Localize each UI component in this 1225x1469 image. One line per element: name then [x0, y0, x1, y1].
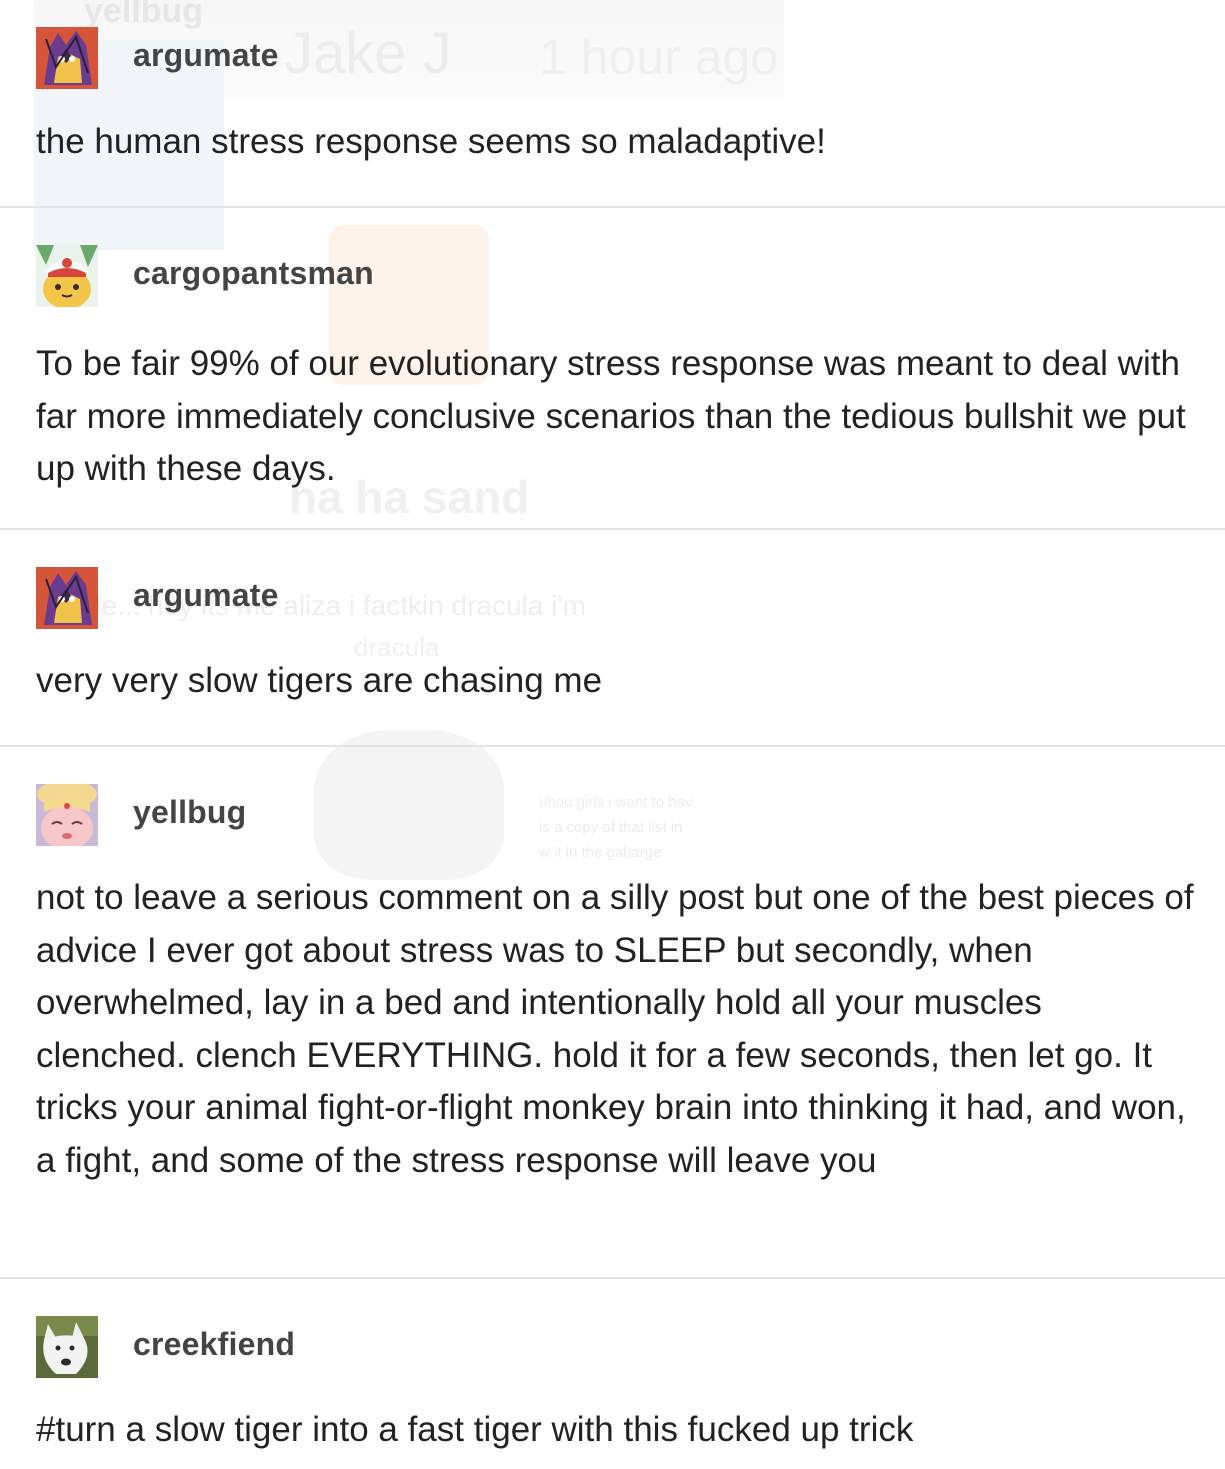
reblog-entry: cargopantsman To be fair 99% of our evol… [0, 208, 1225, 530]
pikachu-avatar-icon[interactable] [36, 245, 98, 307]
reblog-header: yellbug [36, 783, 1195, 847]
reblog-text: To be fair 99% of our evolutionary stres… [36, 344, 1186, 488]
username[interactable]: argumate [133, 37, 279, 74]
reblog-text: #turn a slow tiger into a fast tiger wit… [36, 1410, 914, 1449]
reblog-text: not to leave a serious comment on a sill… [36, 878, 1194, 1180]
reblog-entry: creekfiend #turn a slow tiger into a fas… [0, 1279, 1225, 1469]
argumate-avatar-icon[interactable] [36, 567, 98, 629]
username[interactable]: creekfiend [133, 1326, 295, 1363]
reblog-entry: yellbug not to leave a serious comment o… [0, 747, 1225, 1279]
argumate-avatar-icon[interactable] [36, 27, 98, 89]
reblog-thread: argumate the human stress response seems… [0, 0, 1225, 1469]
reblog-text: the human stress response seems so malad… [36, 122, 826, 161]
username[interactable]: argumate [133, 577, 279, 614]
username[interactable]: yellbug [133, 794, 246, 831]
reblog-text: very very slow tigers are chasing me [36, 661, 603, 700]
sailor-moon-avatar-icon[interactable] [36, 784, 98, 846]
reblog-header: argumate [36, 566, 1195, 630]
reblog-header: creekfiend [36, 1315, 1195, 1379]
username[interactable]: cargopantsman [133, 255, 374, 292]
white-dog-avatar-icon[interactable] [36, 1316, 98, 1378]
reblog-entry: argumate very very slow tigers are chasi… [0, 530, 1225, 747]
reblog-entry: argumate the human stress response seems… [0, 0, 1225, 208]
reblog-header: argumate [36, 26, 1195, 90]
reblog-header: cargopantsman [36, 244, 1195, 308]
